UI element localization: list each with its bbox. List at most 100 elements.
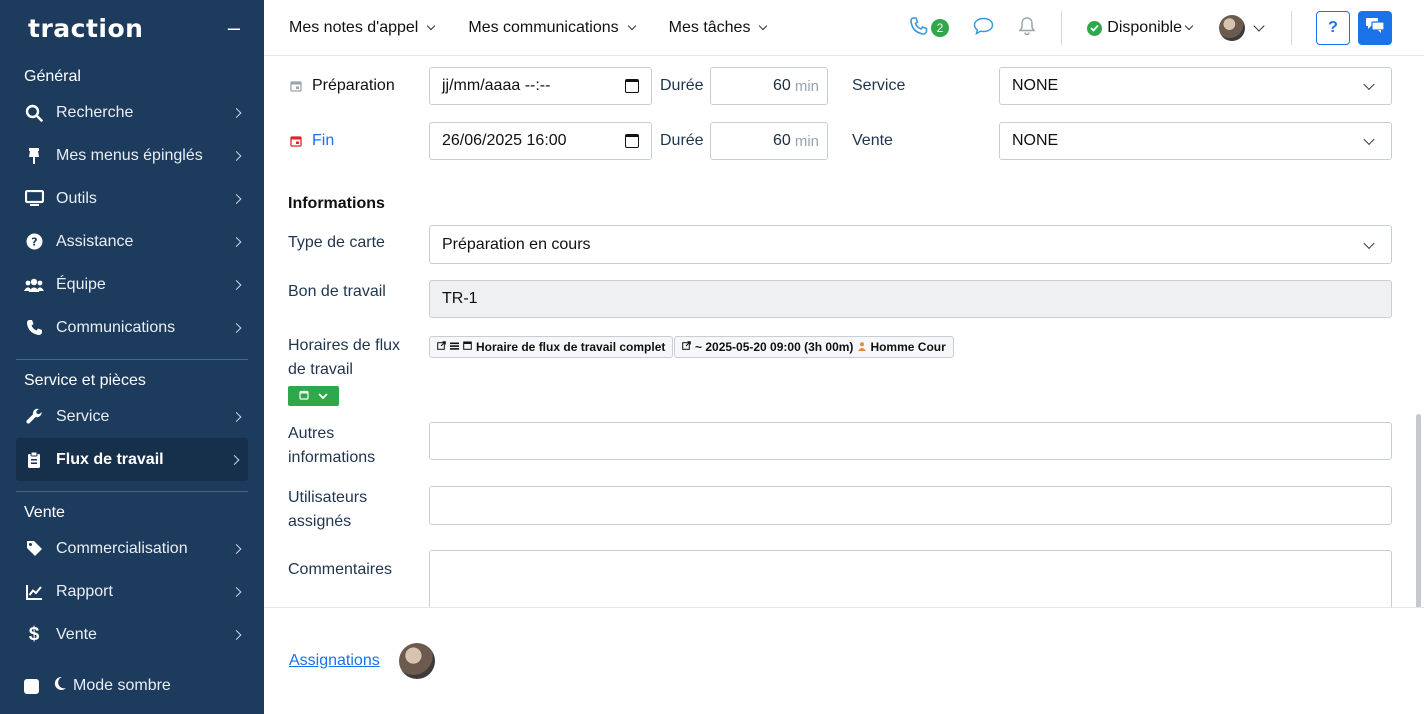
chevron-down-icon	[1184, 21, 1194, 31]
sidebar-item-label: Communications	[56, 318, 176, 336]
autres-label-line2: informations	[288, 449, 376, 466]
sidebar-item-label: Assistance	[56, 232, 134, 250]
menu-mes-communications[interactable]: Mes communications	[468, 19, 636, 37]
duration-label: Durée	[660, 132, 704, 149]
sidebar-item-assistance[interactable]: ? Assistance	[0, 220, 264, 263]
bottom-bar: Assignations	[264, 607, 1424, 714]
svg-text:?: ?	[31, 236, 37, 249]
chart-line-icon	[24, 582, 44, 602]
calendar-picker-icon[interactable]	[625, 134, 639, 148]
dark-mode-label: Mode sombre	[73, 677, 171, 694]
bell-icon[interactable]	[1018, 16, 1036, 40]
menu-mes-notes-d-appel[interactable]: Mes notes d'appel	[289, 18, 436, 37]
sidebar-item-flux-de-travail[interactable]: Flux de travail	[16, 438, 248, 481]
calendar-icon	[290, 134, 302, 152]
autres-informations-input[interactable]	[429, 422, 1392, 460]
dark-mode-checkbox[interactable]	[24, 678, 39, 694]
logo-row: traction –	[0, 0, 264, 56]
external-link-icon	[682, 341, 691, 353]
chat-button[interactable]	[1358, 11, 1392, 45]
collapse-sidebar-button[interactable]: –	[228, 17, 240, 39]
autres-label-line1: Autres	[288, 425, 335, 442]
phone-icon	[24, 318, 44, 338]
preparation-label: Préparation	[312, 77, 395, 94]
sidebar: traction – Général Recherche Mes menus é…	[0, 0, 264, 714]
schedule-add-dropdown-button[interactable]	[288, 386, 339, 406]
select-value: Préparation en cours	[442, 235, 591, 253]
duration-unit: min	[794, 77, 819, 95]
field-value: TR-1	[442, 290, 478, 307]
chevron-right-icon	[231, 586, 242, 597]
menu-label: Mes tâches	[668, 18, 751, 36]
sidebar-item-service[interactable]: Service	[0, 395, 264, 438]
chevron-down-icon	[1363, 133, 1375, 146]
user-menu[interactable]	[1219, 15, 1265, 41]
calls-button[interactable]: 2	[909, 16, 950, 41]
dollar-icon: $	[28, 623, 40, 645]
fin-duration-input[interactable]: 60 min	[710, 122, 828, 160]
user-icon	[858, 340, 867, 354]
calendar-icon	[463, 341, 472, 353]
search-icon	[24, 103, 44, 123]
chevron-down-icon	[1363, 78, 1375, 91]
select-value: NONE	[1012, 132, 1059, 149]
section-title-vente: Vente	[24, 504, 65, 521]
sidebar-item-communications[interactable]: Communications	[0, 306, 264, 349]
sidebar-item-commercialisation[interactable]: Commercialisation	[0, 527, 264, 570]
sidebar-item-rapport[interactable]: Rapport	[0, 570, 264, 613]
check-circle-icon	[1087, 20, 1103, 36]
preparation-datetime-input[interactable]: jj/mm/aaaa --:--	[429, 67, 652, 105]
schedule-tag-time-slot[interactable]: ~ 2025-05-20 09:00 (3h 00m) Homme Cour	[674, 336, 954, 358]
utilisateurs-assignes-input[interactable]	[429, 486, 1392, 525]
calendar-plus-icon	[299, 387, 309, 405]
top-bar: Mes notes d'appel Mes communications Mes…	[264, 0, 1424, 56]
bon-travail-label: Bon de travail	[288, 283, 386, 300]
sidebar-item-outils[interactable]: Outils	[0, 177, 264, 220]
schedule-tag-complete[interactable]: Horaire de flux de travail complet	[429, 336, 674, 358]
tag-label: ~ 2025-05-20 09:00 (3h 00m)	[695, 340, 854, 354]
chevron-down-icon	[318, 387, 328, 405]
tag-person: Homme Cour	[870, 340, 946, 354]
type-carte-label: Type de carte	[288, 234, 385, 251]
sidebar-item-label: Équipe	[56, 275, 106, 293]
sidebar-item-recherche[interactable]: Recherche	[0, 91, 264, 134]
duration-value: 60	[773, 77, 791, 94]
calendar-icon	[290, 79, 302, 97]
question-circle-icon: ?	[24, 232, 44, 252]
dark-mode-toggle[interactable]: Mode sombre	[24, 676, 171, 696]
chevron-down-icon	[759, 21, 768, 30]
traction-logo: traction	[28, 13, 144, 43]
sidebar-item-vente[interactable]: $ Vente	[0, 613, 264, 656]
utilisateurs-label-line2: assignés	[288, 513, 352, 530]
vente-select[interactable]: NONE	[999, 122, 1392, 160]
sidebar-divider	[16, 359, 248, 360]
sidebar-item-equipe[interactable]: Équipe	[0, 263, 264, 306]
moon-icon	[53, 676, 67, 696]
calendar-picker-icon[interactable]	[625, 79, 639, 93]
toolbar-separator	[1291, 11, 1292, 45]
chevron-right-icon	[231, 107, 242, 118]
menu-label: Mes notes d'appel	[289, 18, 419, 36]
availability-status-dropdown[interactable]: Disponible	[1087, 19, 1194, 37]
chat-bubble-icon[interactable]	[973, 17, 994, 40]
sidebar-item-mes-menus-epingles[interactable]: Mes menus épinglés	[0, 134, 264, 177]
chevron-right-icon	[231, 629, 242, 640]
fin-datetime-input[interactable]: 26/06/2025 16:00	[429, 122, 652, 160]
chevron-down-icon	[427, 21, 436, 30]
monitor-icon	[24, 189, 44, 209]
commentaires-textarea[interactable]	[429, 550, 1392, 607]
assignations-link[interactable]: Assignations	[289, 652, 380, 670]
help-button[interactable]: ?	[1316, 11, 1350, 45]
toolbar-separator	[1061, 11, 1063, 45]
informations-heading: Informations	[288, 195, 385, 212]
assignee-avatar[interactable]	[399, 643, 435, 679]
preparation-duration-input[interactable]: 60 min	[710, 67, 828, 105]
calls-count-badge: 2	[930, 19, 950, 37]
user-avatar	[1219, 15, 1245, 41]
chevron-down-icon	[1253, 19, 1265, 32]
help-label: ?	[1328, 19, 1338, 36]
service-select[interactable]: NONE	[999, 67, 1392, 105]
menu-mes-taches[interactable]: Mes tâches	[668, 18, 768, 37]
type-carte-select[interactable]: Préparation en cours	[429, 225, 1392, 264]
chevron-right-icon	[231, 279, 242, 290]
